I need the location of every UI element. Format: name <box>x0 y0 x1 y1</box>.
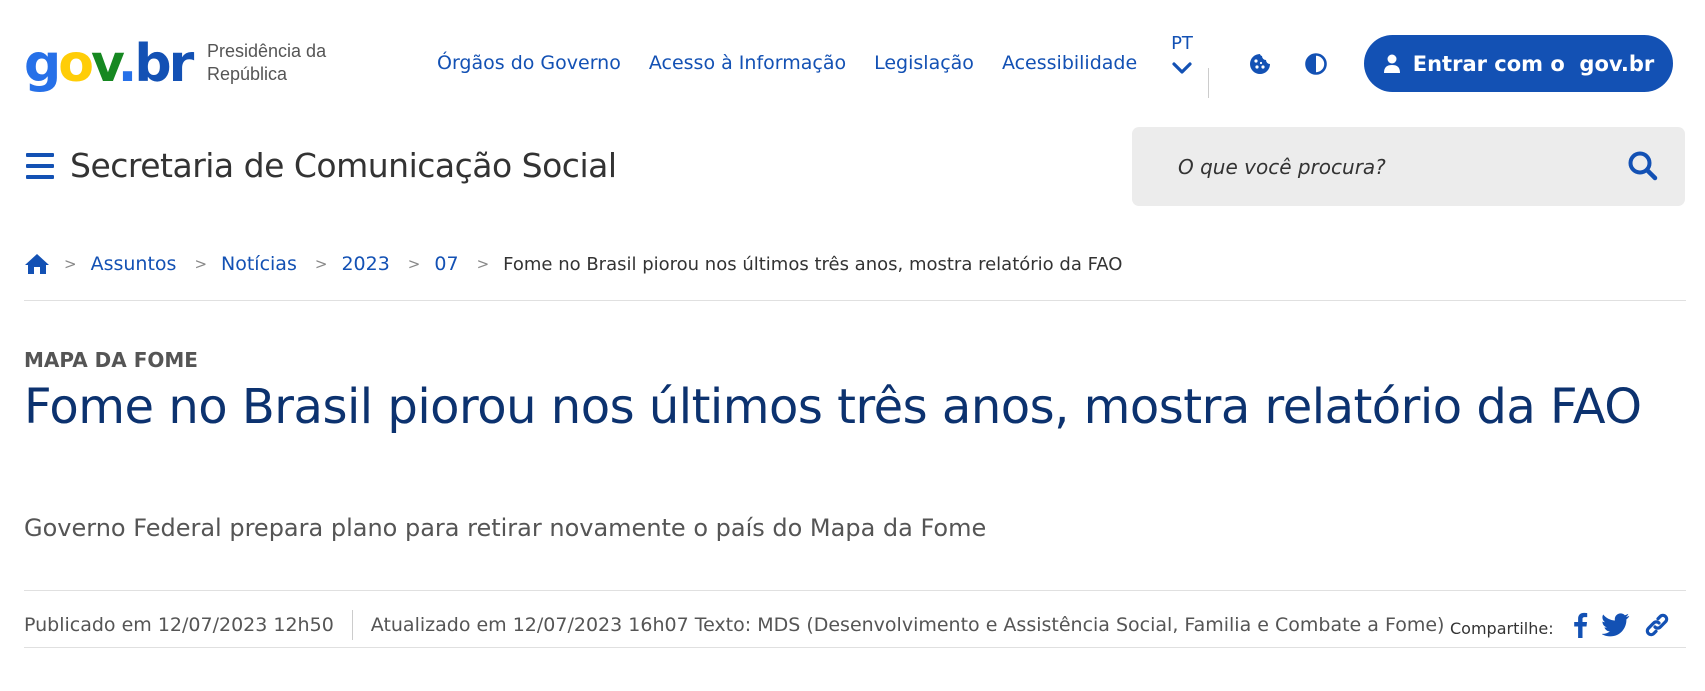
language-selector[interactable]: PT <box>1160 33 1204 76</box>
breadcrumb-divider <box>24 300 1686 301</box>
twitter-icon[interactable] <box>1601 613 1630 637</box>
article-subtitle: Governo Federal prepara plano para retir… <box>24 514 987 542</box>
breadcrumb-noticias[interactable]: Notícias <box>221 253 297 275</box>
nav-acessibilidade[interactable]: Acessibilidade <box>1002 52 1137 74</box>
language-code: PT <box>1171 33 1193 54</box>
breadcrumb-separator: > <box>64 255 77 273</box>
breadcrumb-assuntos[interactable]: Assuntos <box>91 253 177 275</box>
nav-acesso-a-informacao[interactable]: Acesso à Informação <box>649 52 846 74</box>
chevron-down-icon <box>1172 62 1192 74</box>
hamburger-menu-icon[interactable] <box>26 152 56 180</box>
meta-divider <box>351 610 353 640</box>
breadcrumb-year[interactable]: 2023 <box>341 253 389 275</box>
share-label: Compartilhe: <box>1450 618 1554 638</box>
breadcrumb-separator: > <box>314 255 328 273</box>
meta-bottom-divider <box>24 647 1686 648</box>
org-name: Presidência da República <box>207 41 327 84</box>
govbr-logo[interactable]: gov.br <box>24 30 194 94</box>
breadcrumb-separator: > <box>194 255 208 273</box>
header-divider <box>1208 68 1209 98</box>
home-icon[interactable] <box>24 253 50 275</box>
article-meta: Publicado em 12/07/2023 12h50 Atualizado… <box>24 610 1444 640</box>
site-title[interactable]: Secretaria de Comunicação Social <box>70 146 617 185</box>
breadcrumb: > Assuntos > Notícias > 2023 > 07 > Fome… <box>24 253 1122 275</box>
login-govbr-button[interactable]: Entrar com o gov.br <box>1364 35 1673 92</box>
updated-date: Atualizado em 12/07/2023 16h07 Texto: MD… <box>370 614 1445 636</box>
breadcrumb-month[interactable]: 07 <box>434 253 458 275</box>
search-input[interactable] <box>1178 151 1608 183</box>
user-icon <box>1383 54 1401 74</box>
published-date: Publicado em 12/07/2023 12h50 <box>24 614 334 636</box>
article-kicker: MAPA DA FOME <box>24 348 198 372</box>
article-title: Fome no Brasil piorou nos últimos três a… <box>24 379 1642 435</box>
search-box <box>1132 127 1685 206</box>
breadcrumb-separator: > <box>407 255 421 273</box>
link-icon[interactable] <box>1644 612 1670 638</box>
meta-top-divider <box>24 590 1686 591</box>
search-icon[interactable] <box>1626 149 1660 183</box>
govbr-logo-text: gov.br <box>24 34 194 94</box>
cookie-icon[interactable] <box>1244 48 1276 80</box>
breadcrumb-separator: > <box>476 255 490 273</box>
facebook-icon[interactable] <box>1572 612 1588 638</box>
login-button-label: Entrar com o gov.br <box>1412 51 1655 76</box>
share-bar: Compartilhe: <box>1450 612 1670 638</box>
top-nav: Órgãos do Governo Acesso à Informação Le… <box>437 52 1137 74</box>
contrast-icon[interactable] <box>1300 48 1332 80</box>
nav-orgaos-do-governo[interactable]: Órgãos do Governo <box>437 52 621 74</box>
nav-legislacao[interactable]: Legislação <box>874 52 974 74</box>
breadcrumb-current: Fome no Brasil piorou nos últimos três a… <box>503 253 1123 275</box>
